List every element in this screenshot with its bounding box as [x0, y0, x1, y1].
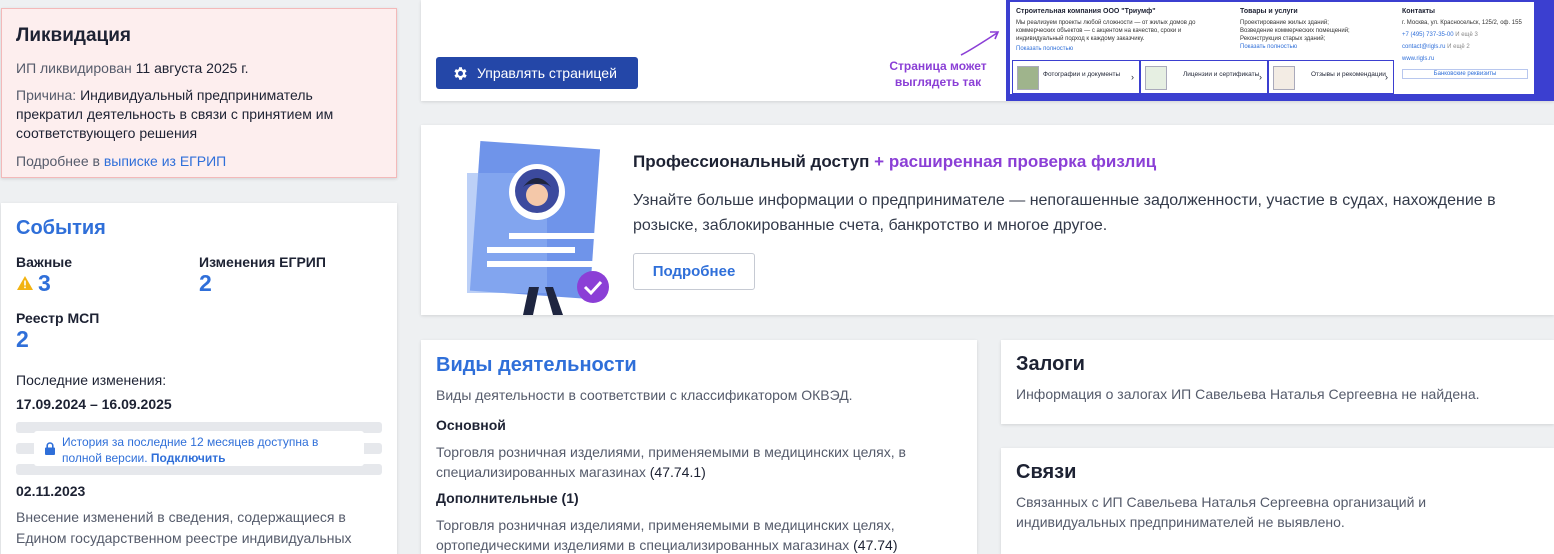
- preview-contacts: Контакты г. Москва, ул. Красносельск, 12…: [1402, 8, 1532, 79]
- links-card: Связи Связанных с ИП Савельева Наталья С…: [1001, 448, 1554, 554]
- activities-main-heading: Основной: [436, 417, 506, 433]
- events-egrip-label: Изменения ЕГРИП: [199, 254, 326, 270]
- last-changes-range: 17.09.2024 – 16.09.2025: [16, 396, 172, 412]
- events-egrip-value: 2: [199, 270, 212, 296]
- liquidation-title: Ликвидация: [16, 25, 131, 46]
- preview-tile-licenses: Лицензии и сертификаты ›: [1140, 60, 1268, 94]
- pro-access-text: Узнайте больше информации о предпринимат…: [633, 192, 1496, 234]
- pledges-text: Информация о залогах ИП Савельева Наталь…: [1016, 386, 1480, 402]
- events-important-value: 3: [38, 270, 51, 296]
- lock-icon: [45, 442, 55, 455]
- gear-icon: [454, 66, 467, 80]
- activities-title[interactable]: Виды деятельности: [436, 354, 962, 377]
- manage-page-button[interactable]: Управлять страницей: [436, 57, 638, 89]
- liquidation-more: Подробнее в выписке из ЕГРИП: [16, 153, 227, 169]
- activities-extra-heading[interactable]: Дополнительные (1): [436, 490, 962, 506]
- activities-subtitle: Виды деятельности в соответствии с класс…: [436, 387, 853, 403]
- history-locked-message: История за последние 12 месяцев доступна…: [34, 431, 364, 466]
- preview-tile-reviews: Отзывы и рекомендации ›: [1268, 60, 1394, 94]
- pro-access-card: Профессиональный доступ + расширенная пр…: [421, 125, 1554, 315]
- events-card: События Важные 3 Изменения ЕГРИП 2 Реест…: [1, 203, 397, 554]
- events-msp[interactable]: Реестр МСП 2: [16, 310, 199, 352]
- person-check-illustration: [467, 140, 609, 315]
- events-egrip[interactable]: Изменения ЕГРИП 2: [199, 254, 382, 296]
- egrip-extract-link[interactable]: выписке из ЕГРИП: [104, 153, 226, 169]
- liquidation-reason: Причина: Индивидуальный предприниматель …: [16, 87, 334, 141]
- page-preview: Строительная компания ООО "Триумф" Мы ре…: [1006, 0, 1554, 101]
- pledges-card: Залоги Информация о залогах ИП Савельева…: [1001, 340, 1554, 424]
- links-text: Связанных с ИП Савельева Наталья Сергеев…: [1016, 494, 1427, 530]
- manage-page-card: Управлять страницей Страница может выгля…: [421, 0, 1554, 101]
- last-changes-label: Последние изменения:: [16, 372, 167, 388]
- event-date: 02.11.2023: [16, 483, 86, 499]
- pro-more-button[interactable]: Подробнее: [633, 253, 755, 290]
- preview-note: Страница может выглядеть так: [889, 59, 987, 89]
- events-msp-value: 2: [16, 326, 29, 352]
- events-msp-label: Реестр МСП: [16, 310, 100, 326]
- warning-icon: [17, 276, 33, 290]
- event-description: Внесение изменений в сведения, содержащи…: [16, 509, 352, 546]
- liquidation-card: Ликвидация ИП ликвидирован 11 августа 20…: [1, 8, 397, 178]
- preview-goods: Товары и услуги Проектирование жилых зда…: [1240, 8, 1350, 50]
- pro-access-title: Профессиональный доступ + расширенная пр…: [633, 152, 1157, 171]
- okved-extra-code: (47.74): [853, 537, 898, 553]
- activities-main-text: Торговля розничная изделиями, применяемы…: [436, 444, 906, 480]
- events-important[interactable]: Важные 3: [16, 254, 199, 296]
- pro-access-accent: + расширенная проверка физлиц: [874, 152, 1157, 171]
- events-important-label: Важные: [16, 254, 73, 270]
- preview-company: Строительная компания ООО "Триумф" Мы ре…: [1016, 8, 1196, 52]
- preview-tile-photos: Фотографии и документы ›: [1012, 60, 1140, 94]
- links-title: Связи: [1016, 461, 1077, 483]
- history-locked-block: История за последние 12 месяцев доступна…: [16, 422, 382, 476]
- events-title: События: [16, 217, 106, 239]
- connect-link[interactable]: Подключить: [151, 451, 226, 465]
- curved-arrow-icon: [960, 31, 1000, 56]
- activities-card: Виды деятельности Виды деятельности в со…: [421, 340, 977, 554]
- liquidation-status: ИП ликвидирован 11 августа 2025 г.: [16, 60, 249, 76]
- pledges-title: Залоги: [1016, 353, 1085, 375]
- okved-main-code: (47.74.1): [649, 464, 706, 480]
- manage-page-label: Управлять страницей: [477, 65, 617, 81]
- liquidation-date: 11 августа 2025 г.: [135, 60, 249, 76]
- activities-extra-text: Торговля розничная изделиями, применяемы…: [436, 517, 898, 553]
